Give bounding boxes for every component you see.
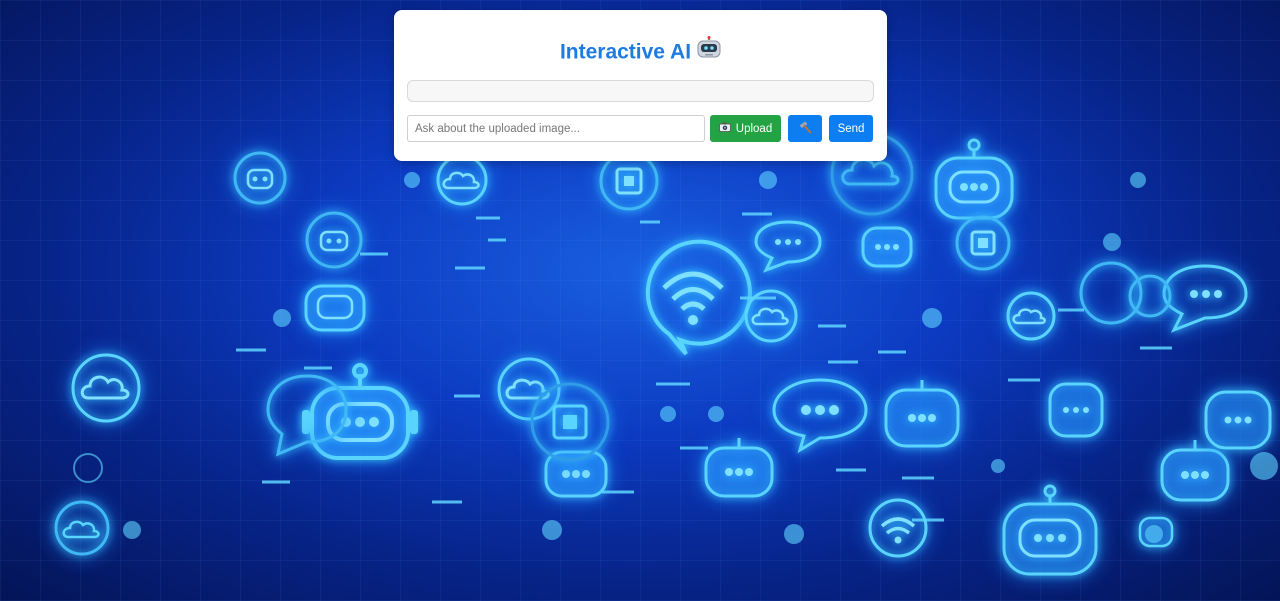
robot-face-icon	[697, 36, 721, 64]
question-input[interactable]	[407, 115, 705, 142]
camera-icon	[718, 122, 731, 135]
hammer-icon	[799, 121, 812, 137]
send-button[interactable]: Send	[829, 115, 873, 142]
chat-card: Interactive AI Upload	[394, 10, 887, 161]
chat-history[interactable]	[407, 80, 874, 102]
upload-button[interactable]: Upload	[710, 115, 781, 142]
app-title: Interactive AI	[394, 36, 887, 67]
upload-button-label: Upload	[735, 122, 773, 135]
send-button-label: Send	[837, 122, 865, 135]
app-title-text: Interactive AI	[559, 40, 692, 64]
tool-button[interactable]	[788, 115, 822, 142]
